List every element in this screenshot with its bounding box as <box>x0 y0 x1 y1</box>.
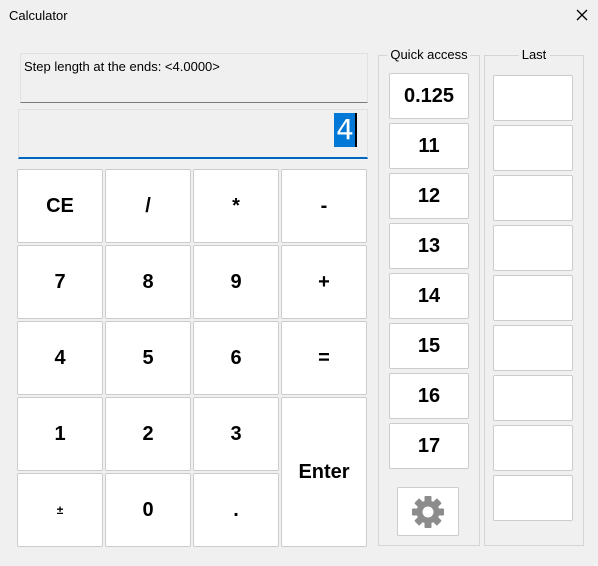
prompt-text: Step length at the ends: <4.0000> <box>24 59 220 74</box>
minus-button[interactable]: - <box>281 169 367 243</box>
digit-6-button[interactable]: 6 <box>193 321 279 395</box>
quick-access-button[interactable]: 17 <box>389 423 469 469</box>
quick-access-button[interactable]: 12 <box>389 173 469 219</box>
entry-value: 4 <box>334 113 356 147</box>
ce-button[interactable]: CE <box>17 169 103 243</box>
quick-access-button[interactable]: 16 <box>389 373 469 419</box>
last-value-slot[interactable] <box>493 325 573 371</box>
digit-4-button[interactable]: 4 <box>17 321 103 395</box>
digit-1-button[interactable]: 1 <box>17 397 103 471</box>
quick-access-button[interactable]: 14 <box>389 273 469 319</box>
prompt-box: Step length at the ends: <4.0000> <box>20 53 368 103</box>
digit-2-button[interactable]: 2 <box>105 397 191 471</box>
last-value-slot[interactable] <box>493 175 573 221</box>
digit-5-button[interactable]: 5 <box>105 321 191 395</box>
last-title: Last <box>518 47 550 62</box>
quick-access-button[interactable]: 15 <box>389 323 469 369</box>
last-value-slot[interactable] <box>493 275 573 321</box>
digit-9-button[interactable]: 9 <box>193 245 279 319</box>
multiply-button[interactable]: * <box>193 169 279 243</box>
title-bar: Calculator <box>0 0 598 30</box>
last-value-slot[interactable] <box>493 475 573 521</box>
digit-7-button[interactable]: 7 <box>17 245 103 319</box>
settings-button[interactable] <box>397 487 459 536</box>
gear-icon <box>412 495 444 528</box>
last-value-slot[interactable] <box>493 425 573 471</box>
close-button[interactable] <box>566 3 598 27</box>
last-value-slot[interactable] <box>493 75 573 121</box>
close-icon <box>576 9 588 21</box>
last-value-slot[interactable] <box>493 125 573 171</box>
quick-access-title: Quick access <box>387 47 471 62</box>
enter-button[interactable]: Enter <box>281 397 367 547</box>
text-caret <box>355 113 357 147</box>
quick-access-button[interactable]: 13 <box>389 223 469 269</box>
digit-3-button[interactable]: 3 <box>193 397 279 471</box>
decimal-point-button[interactable]: . <box>193 473 279 547</box>
digit-0-button[interactable]: 0 <box>105 473 191 547</box>
divide-button[interactable]: / <box>105 169 191 243</box>
digit-8-button[interactable]: 8 <box>105 245 191 319</box>
last-value-slot[interactable] <box>493 375 573 421</box>
equals-button[interactable]: = <box>281 321 367 395</box>
entry-field[interactable]: 4 <box>18 109 368 159</box>
quick-access-button[interactable]: 11 <box>389 123 469 169</box>
plus-button[interactable]: + <box>281 245 367 319</box>
window-title: Calculator <box>9 8 68 23</box>
plus-minus-button[interactable]: ± <box>17 473 103 547</box>
last-value-slot[interactable] <box>493 225 573 271</box>
quick-access-button[interactable]: 0.125 <box>389 73 469 119</box>
